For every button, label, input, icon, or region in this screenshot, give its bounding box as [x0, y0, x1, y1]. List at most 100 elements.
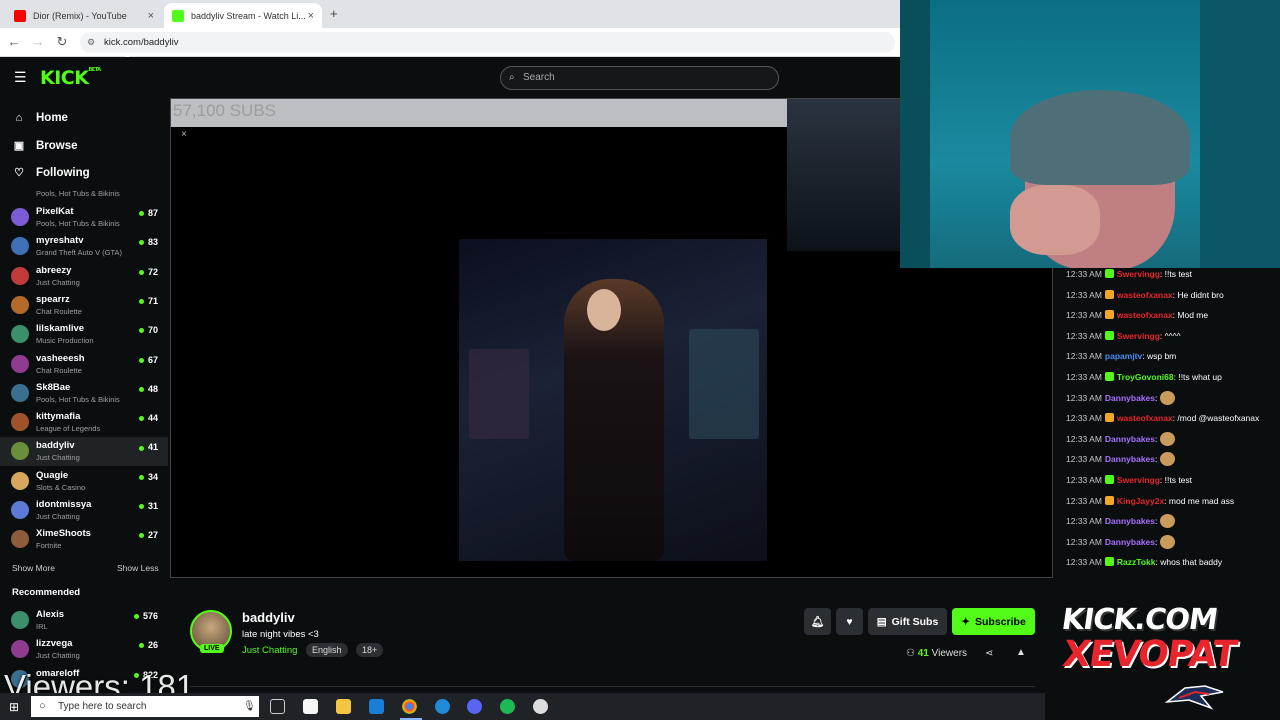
- browser-tab-bar: Dior (Remix) - YouTube × baddyliv Stream…: [0, 0, 900, 28]
- stream-category[interactable]: Just Chatting: [242, 645, 297, 656]
- chat-username[interactable]: wasteofxanax: [1117, 290, 1173, 300]
- sidebar-channel-spearrz[interactable]: spearrz Chat Roulette 71: [0, 291, 168, 320]
- chat-username[interactable]: wasteofxanax: [1117, 413, 1173, 423]
- brand-line-2: XEVOPAT: [1060, 634, 1239, 675]
- close-tab-icon[interactable]: ×: [148, 10, 154, 22]
- tag-age[interactable]: 18+: [356, 643, 384, 657]
- viewer-count: 41: [139, 442, 158, 452]
- viewer-count: 31: [139, 501, 158, 511]
- close-icon[interactable]: ×: [181, 129, 187, 140]
- chat-message: 12:33 AM wasteofxanax: He didnt bro: [1066, 288, 1276, 302]
- search-placeholder: Search: [523, 72, 555, 83]
- chat-time: 12:33 AM: [1066, 454, 1102, 465]
- edge-icon[interactable]: [435, 699, 450, 714]
- chrome-icon[interactable]: [402, 699, 417, 714]
- chat-username[interactable]: TroyGovoni68: [1117, 372, 1174, 382]
- store-icon[interactable]: [303, 699, 318, 714]
- sidebar-channel-abreezy[interactable]: abreezy Just Chatting 72: [0, 262, 168, 291]
- sidebar-channel-pixelkat[interactable]: PixelKat Pools, Hot Tubs & Bikinis 87: [0, 203, 168, 232]
- chat-username[interactable]: Dannybakes: [1105, 516, 1155, 526]
- sidebar-channel-kittymafia[interactable]: kittymafia League of Legends 44: [0, 408, 168, 437]
- chat-username[interactable]: Dannybakes: [1105, 537, 1155, 547]
- search-input[interactable]: ⌕ Search: [500, 66, 779, 90]
- subscribe-button[interactable]: ✦ Subscribe: [952, 608, 1035, 635]
- chat-message: 12:33 AM Dannybakes:: [1066, 534, 1276, 549]
- sidebar-channel-lilskamlive[interactable]: lilskamlive Music Production 70: [0, 320, 168, 349]
- chat-badge-icon: [1104, 475, 1114, 484]
- close-tab-icon[interactable]: ×: [308, 10, 314, 22]
- tab-youtube[interactable]: Dior (Remix) - YouTube ×: [6, 3, 162, 28]
- forward-icon[interactable]: →: [30, 34, 46, 49]
- sidebar-channel-quagie[interactable]: Quagie Slots & Casino 34: [0, 467, 168, 496]
- chat-time: 12:33 AM: [1066, 392, 1102, 403]
- chat-username[interactable]: papamjtv: [1105, 351, 1142, 361]
- channel-name: spearrz: [36, 293, 70, 305]
- chat-username[interactable]: Swervingg: [1117, 269, 1160, 279]
- chat-text: :: [1155, 433, 1158, 444]
- menu-icon[interactable]: ☰: [14, 69, 27, 86]
- chat-time: 12:33 AM: [1066, 289, 1102, 300]
- gift-subs-button[interactable]: ▤ Gift Subs: [868, 608, 947, 635]
- chat-username[interactable]: KingJayy2x: [1117, 496, 1164, 506]
- microphone-icon[interactable]: 🎙︎: [243, 696, 256, 717]
- chat-username[interactable]: Dannybakes: [1105, 434, 1155, 444]
- task-view-icon[interactable]: [270, 699, 285, 714]
- viewer-count: 71: [139, 296, 158, 306]
- chat-text: : He didnt bro: [1172, 289, 1224, 300]
- share-icon[interactable]: ⋖: [985, 648, 993, 659]
- chat-panel: 12:33 AM Swervingg: !!ts test 12:33 AM wast…: [1053, 268, 1280, 598]
- report-icon[interactable]: ▲: [1016, 647, 1026, 658]
- emote-icon: [1159, 452, 1175, 467]
- nav-home[interactable]: ⌂ Home: [12, 112, 68, 124]
- chat-username[interactable]: RazzTokk: [1117, 557, 1156, 567]
- channel-name: lizzvega: [36, 638, 73, 650]
- chat-message: 12:33 AM Swervingg: !!ts test: [1066, 473, 1276, 487]
- chat-time: 12:33 AM: [1066, 351, 1102, 362]
- file-explorer-icon[interactable]: [336, 699, 351, 714]
- new-tab-button[interactable]: +: [330, 6, 338, 21]
- discord-icon[interactable]: [467, 699, 482, 714]
- back-icon[interactable]: ←: [6, 34, 22, 49]
- nav-browse[interactable]: ▣ Browse: [12, 139, 78, 153]
- tab-kick[interactable]: baddyliv Stream - Watch Li... ×: [164, 3, 322, 28]
- nav-following[interactable]: ♡ Following: [12, 166, 90, 180]
- tag-language[interactable]: English: [306, 643, 348, 657]
- chat-message: 12:33 AM wasteofxanax: Mod me: [1066, 308, 1276, 322]
- chat-message: 12:33 AM wasteofxanax: /mod @wasteofxanax: [1066, 411, 1276, 425]
- obs-icon[interactable]: [533, 699, 548, 714]
- recommended-channel-alexis[interactable]: Alexis IRL 576: [0, 606, 168, 635]
- address-bar[interactable]: ⚙ kick.com/baddyliv: [80, 32, 895, 53]
- chat-time: 12:33 AM: [1066, 269, 1102, 279]
- sidebar-channel-myreshatv[interactable]: myreshatv Grand Theft Auto V (GTA) 83: [0, 232, 168, 261]
- reload-icon[interactable]: ↻: [54, 34, 70, 50]
- taskbar-search-input[interactable]: ○ Type here to search 🎙︎: [31, 696, 259, 717]
- mail-icon[interactable]: [369, 699, 384, 714]
- recommended-channel-lizzvega[interactable]: lizzvega Just Chatting 26: [0, 635, 168, 664]
- notification-button[interactable]: 🔔︎: [804, 608, 831, 635]
- spotify-icon[interactable]: [500, 699, 515, 714]
- kick-header: ☰ KICKBETA ⌕ Search: [0, 57, 900, 97]
- kick-logo[interactable]: KICKBETA: [40, 67, 101, 89]
- sidebar-channel-ximeshoots[interactable]: XimeShoots Fortnite 27: [0, 525, 168, 554]
- chat-username[interactable]: Swervingg: [1117, 331, 1160, 341]
- sidebar-channel-sk8bae[interactable]: Sk8Bae Pools, Hot Tubs & Bikinis 48: [0, 379, 168, 408]
- site-info-icon[interactable]: ⚙: [87, 32, 95, 53]
- follow-button[interactable]: ♥: [836, 608, 863, 635]
- sidebar-channel-baddyliv[interactable]: baddyliv Just Chatting 41: [0, 437, 168, 467]
- browse-icon: ▣: [13, 140, 25, 152]
- sidebar-channel-idontmissya[interactable]: idontmissya Just Chatting 31: [0, 496, 168, 525]
- chat-badge-icon: [1104, 557, 1114, 567]
- chat-username[interactable]: Swervingg: [1117, 475, 1160, 485]
- sidebar-channel-vasheeesh[interactable]: vasheeesh Chat Roulette 67: [0, 350, 168, 379]
- chat-username[interactable]: Dannybakes: [1105, 393, 1155, 403]
- show-less-button[interactable]: Show Less: [117, 563, 159, 573]
- windows-start-icon[interactable]: ⊞: [9, 700, 19, 714]
- viewer-count: 27: [139, 530, 158, 540]
- chat-username[interactable]: wasteofxanax: [1117, 310, 1173, 320]
- channel-name: kittymafia: [36, 411, 81, 423]
- chat-message: 12:33 AM Swervingg: !!ts test: [1066, 268, 1276, 281]
- channel-name[interactable]: baddyliv: [242, 610, 295, 625]
- channel-category: League of Legends: [36, 424, 101, 434]
- show-more-button[interactable]: Show More: [12, 563, 55, 573]
- chat-username[interactable]: Dannybakes: [1105, 454, 1155, 464]
